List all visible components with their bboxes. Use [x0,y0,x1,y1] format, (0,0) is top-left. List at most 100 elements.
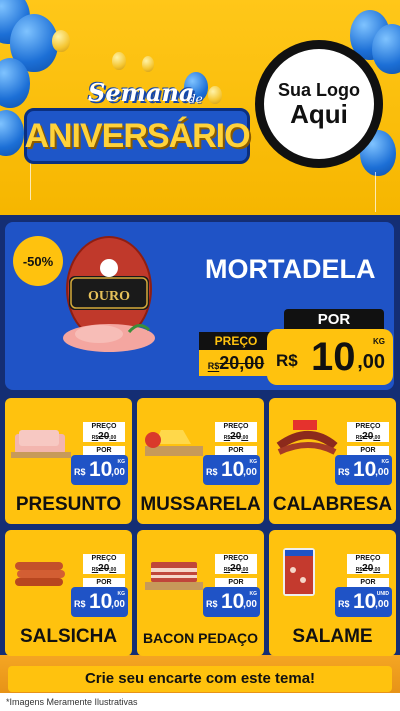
old-price: R$20,00 [83,563,125,574]
por-label: POR [347,446,389,455]
preco-label: PREÇO [347,554,389,563]
por-label: POR [83,446,125,455]
price-unit: KG [117,459,126,465]
new-price-currency: R$ [74,599,86,609]
product-card-salame[interactable]: PREÇO R$20,00 POR R$ 10 UNID ,00 SALAME [269,530,396,656]
por-label: POR [284,309,384,331]
old-price-cents: ,00 [241,435,249,441]
new-price-currency: R$ [206,599,218,609]
old-price-cents: ,00 [109,435,117,441]
disclaimer: *Imagens Meramente Ilustrativas [0,693,400,711]
new-price: R$ 10 KG ,00 [203,587,260,617]
old-price-cents: ,00 [241,567,249,573]
new-price-currency: R$ [74,467,86,477]
old-price: R$20,00 [215,431,257,442]
preco-label: PREÇO [199,332,273,350]
product-name: PRESUNTO [15,494,122,515]
product-card-mussarela[interactable]: PREÇO R$20,00 POR R$ 10 KG ,00 MUSSARELA [137,398,264,524]
old-price-integer: 20 [230,431,242,442]
title-banner: ANIVERSÁRIO [24,108,251,164]
featured-product-name: MORTADELA [205,254,376,284]
price-unit: KG [249,591,258,597]
new-price-cents: ,00 [375,599,389,610]
old-price: R$20,00 [199,350,273,376]
old-price: R$20,00 [215,563,257,574]
product-name: CALABRESA [272,494,393,515]
preco-label: PREÇO [215,422,257,431]
old-price: R$20,00 [347,431,389,442]
old-price-currency: R$ [207,361,220,371]
new-price-integer: 10 [89,458,113,481]
logo-placeholder[interactable]: Sua Logo Aqui [255,40,383,168]
new-price: R$ 10 KG ,00 [203,455,260,485]
balloon-icon [52,30,70,52]
new-price-currency: R$ [206,467,218,477]
image-brand-text: OURO [88,289,130,304]
old-price-integer: 20 [362,563,374,574]
new-price-cents: ,00 [111,599,125,610]
por-label: POR [347,578,389,587]
old-price-integer: 20 [98,563,110,574]
product-card-calabresa[interactable]: PREÇO R$20,00 POR R$ 10 KG ,00 CALABRESA [269,398,396,524]
old-price: R$20,00 [347,563,389,574]
new-price-currency: R$ [276,351,298,370]
product-image [15,562,65,586]
new-price-integer: 10 [353,590,377,613]
new-price-integer: 10 [353,458,377,481]
new-price-cents: ,00 [357,351,385,373]
preco-label: PREÇO [215,554,257,563]
featured-product-card[interactable]: -50% OURO MORTADELA PREÇO R$20,00 POR R$… [5,222,394,390]
new-price: R$ 10 UNID ,00 [335,587,392,617]
preco-label: PREÇO [83,422,125,431]
new-price-currency: R$ [338,599,350,609]
old-price-value: 20,00 [219,353,265,373]
price-unit: KG [381,459,390,465]
old-price-integer: 20 [362,431,374,442]
mortadela-image: OURO [63,236,155,352]
product-name: MUSSARELA [140,494,261,515]
por-label: POR [215,578,257,587]
event-title: Semana de ANIVERSÁRIO [18,70,251,180]
discount-badge: -50% [13,236,63,286]
por-label: POR [215,446,257,455]
preco-label: PREÇO [83,554,125,563]
new-price-cents: ,00 [243,467,257,478]
new-price-integer: 10 [311,335,356,379]
title-de: de [188,92,203,106]
new-price-currency: R$ [338,467,350,477]
price-unit: UNID [376,591,389,597]
product-card-salsicha[interactable]: PREÇO R$20,00 POR R$ 10 KG ,00 SALSICHA [5,530,132,656]
old-price-integer: 20 [98,431,110,442]
title-semana: Semana [88,78,195,107]
balloon-string [375,172,376,212]
new-price-cents: ,00 [375,467,389,478]
new-price-cents: ,00 [243,599,257,610]
product-card-bacon-pedaço[interactable]: PREÇO R$20,00 POR R$ 10 KG ,00 BACON PED… [137,530,264,656]
product-card-presunto[interactable]: PREÇO R$20,00 POR R$ 10 KG ,00 PRESUNTO [5,398,132,524]
new-price-integer: 10 [221,458,245,481]
old-price: R$20,00 [83,431,125,442]
old-price-cents: ,00 [109,567,117,573]
product-image [276,420,338,455]
balloon-icon [112,52,126,70]
product-name: BACON PEDAÇO [142,630,259,646]
preco-label: PREÇO [347,422,389,431]
cta-banner[interactable]: Crie seu encarte com este tema! [8,666,392,692]
new-price-integer: 10 [89,590,113,613]
old-price-cents: ,00 [373,435,381,441]
old-price-cents: ,00 [373,567,381,573]
logo-line-2: Aqui [290,99,348,129]
por-label: POR [83,578,125,587]
title-main: ANIVERSÁRIO [24,116,250,155]
new-price-integer: 10 [221,590,245,613]
price-unit: KG [117,591,126,597]
new-price-cents: ,00 [111,467,125,478]
new-price: R$ 10 KG ,00 [267,329,393,385]
price-unit: KG [373,337,385,346]
product-image [145,430,203,456]
product-name: SALSICHA [19,626,118,647]
product-name: SALAME [292,626,373,647]
price-unit: KG [249,459,258,465]
new-price: R$ 10 KG ,00 [335,455,392,485]
old-price-integer: 20 [230,563,242,574]
